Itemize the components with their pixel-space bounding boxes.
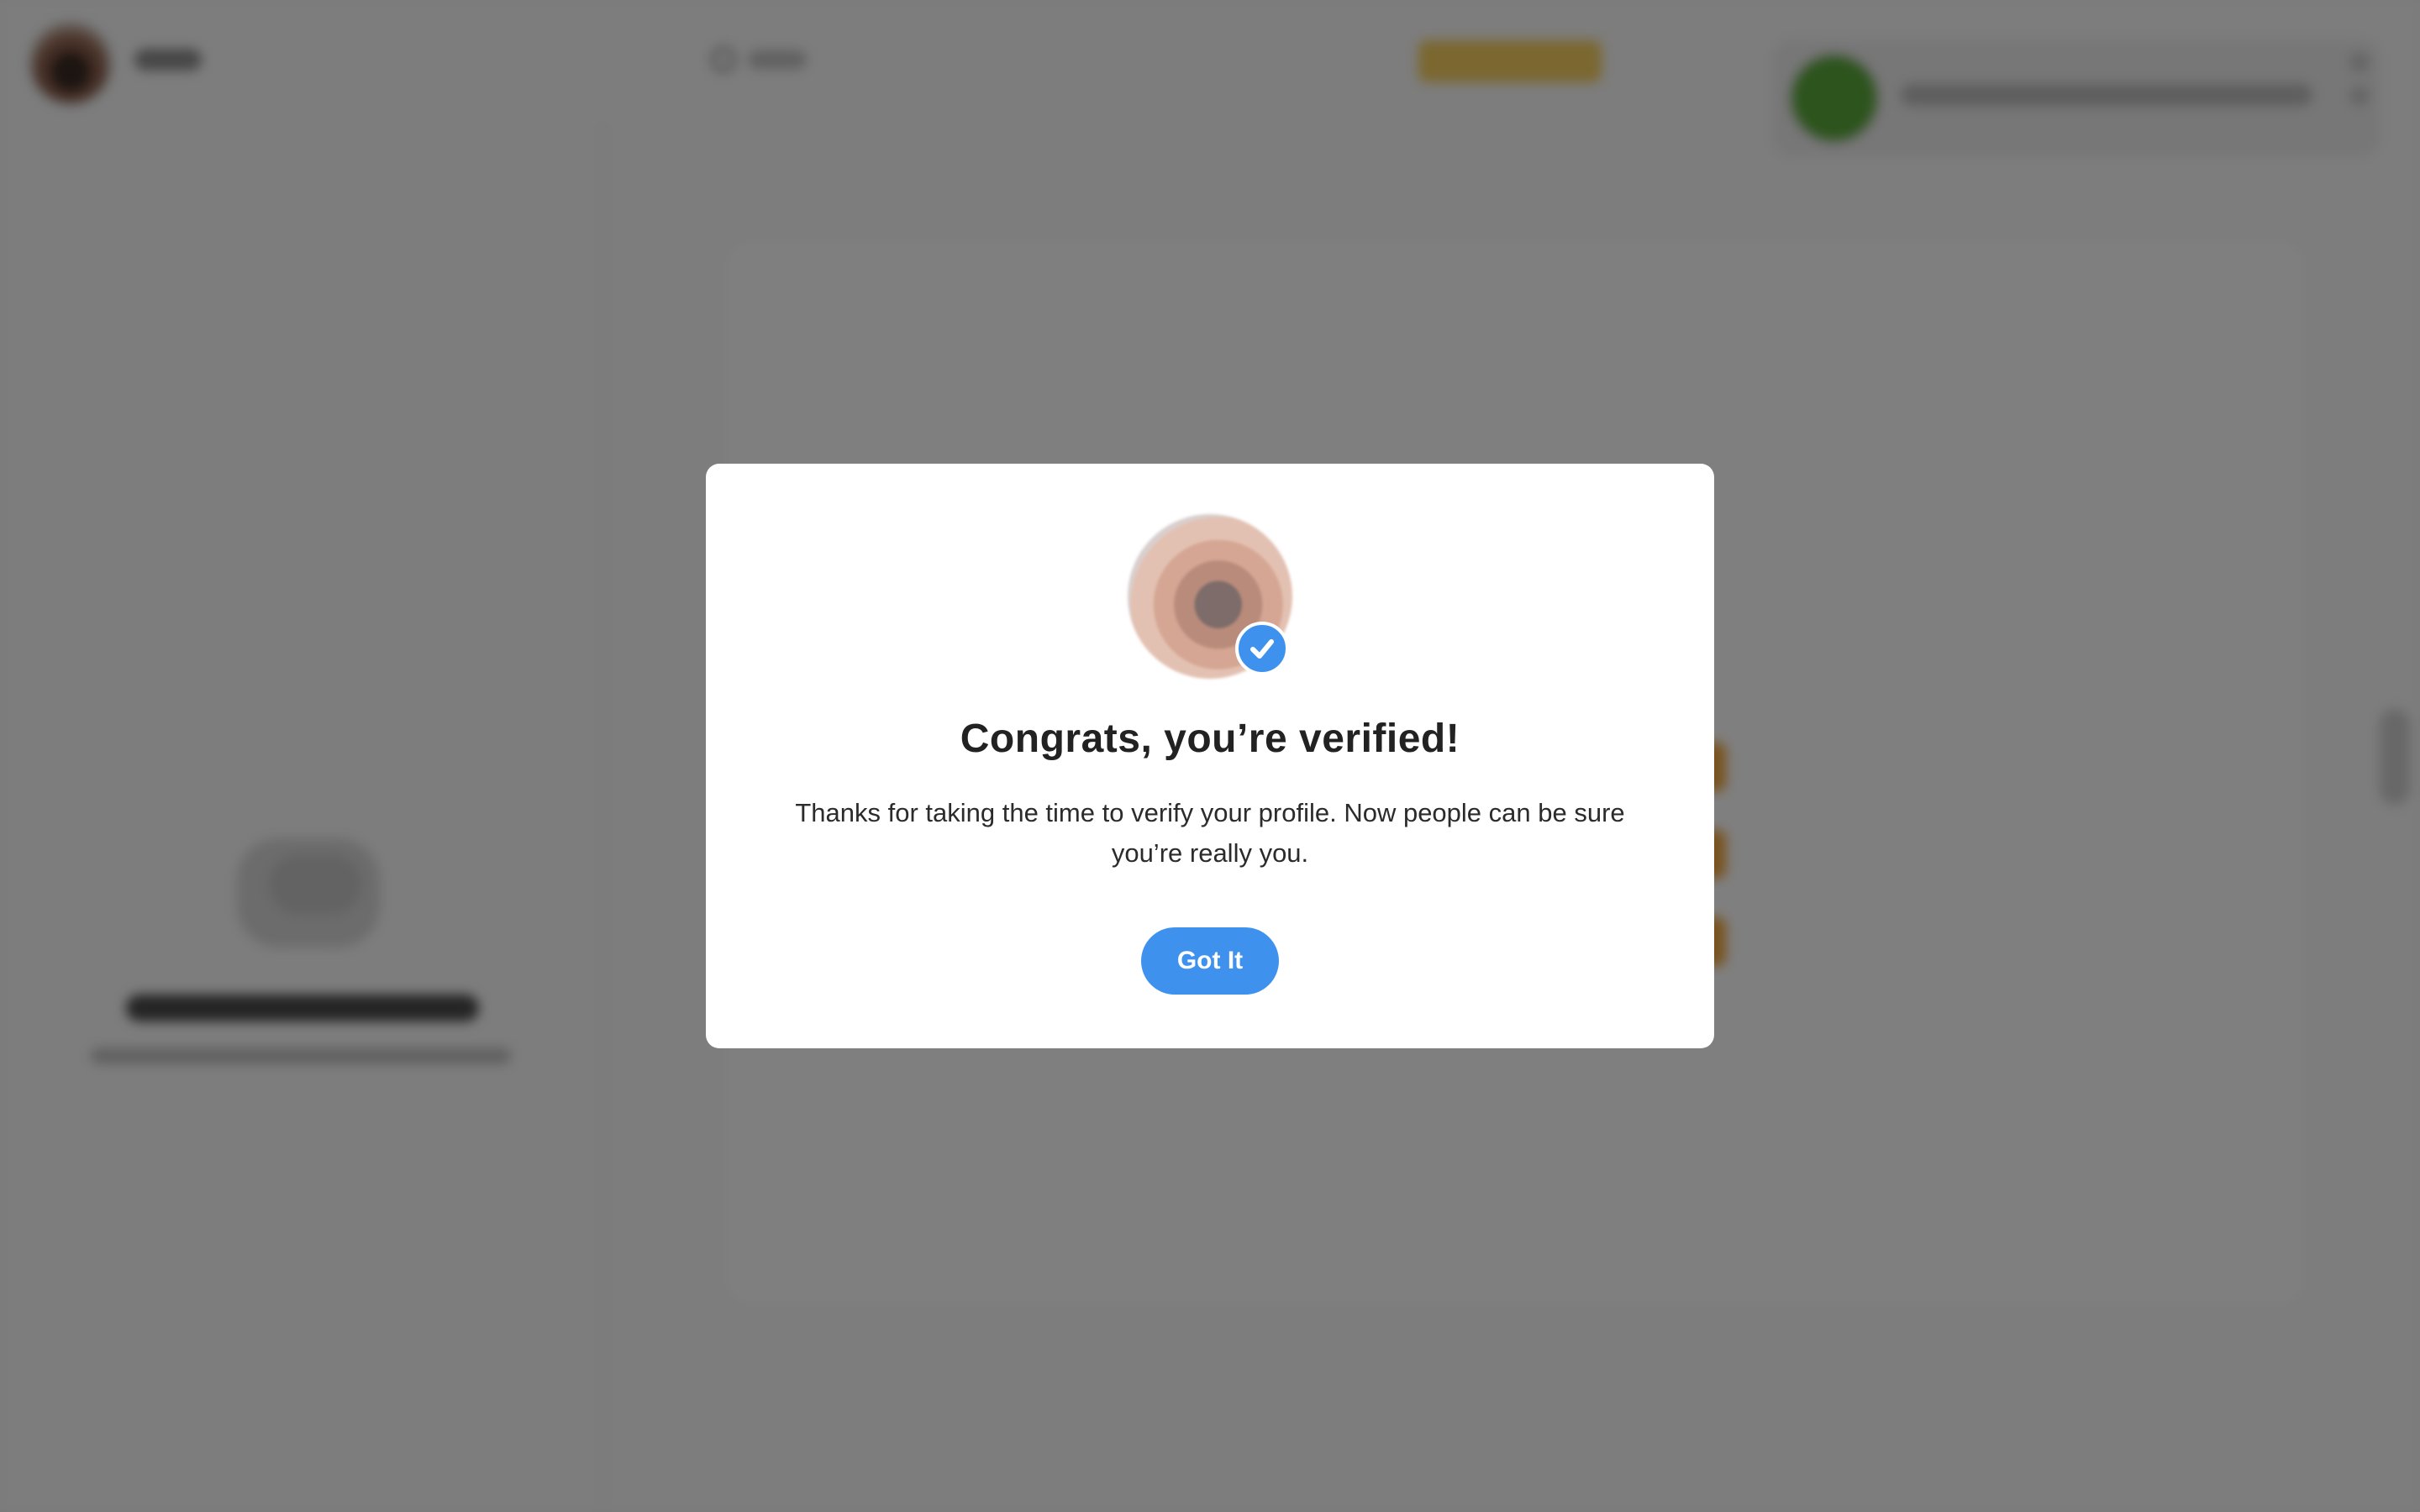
verification-modal: Congrats, you’re verified! Thanks for ta…: [706, 464, 1714, 1048]
modal-title: Congrats, you’re verified!: [960, 717, 1460, 761]
modal-body: Thanks for taking the time to verify you…: [795, 798, 1625, 868]
profile-photo-wrap: [1128, 514, 1292, 679]
verified-badge: [1235, 622, 1289, 675]
check-icon: [1250, 639, 1274, 659]
got-it-button[interactable]: Got It: [1141, 927, 1279, 995]
